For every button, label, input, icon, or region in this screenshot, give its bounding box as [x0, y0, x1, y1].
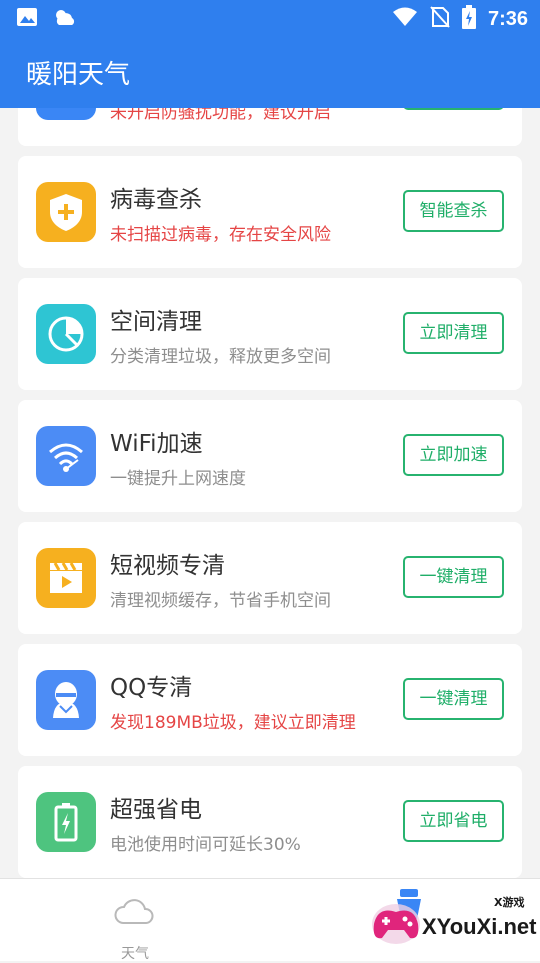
one-key-clean-button[interactable]: 一键清理: [403, 556, 504, 598]
shield-icon: [36, 108, 96, 120]
page-title: 暖阳天气: [26, 60, 131, 90]
card-description: 未开启防骚扰功能，建议开启: [110, 108, 331, 123]
card-anti-harassment[interactable]: 未开启防骚扰功能，建议开启: [18, 108, 522, 146]
card-title: WiFi加速: [110, 431, 203, 457]
tool-list[interactable]: 未开启防骚扰功能，建议开启 病毒查杀 未扫描过病毒，存在安全风险 智能查杀 空间…: [0, 108, 540, 878]
watermark-subtext: X游戏: [494, 896, 525, 909]
clean-now-button[interactable]: 立即清理: [403, 312, 504, 354]
video-clapper-icon: [36, 548, 96, 608]
card-short-video-clean[interactable]: 短视频专清 清理视频缓存，节省手机空间 一键清理: [18, 522, 522, 634]
one-key-clean-button[interactable]: 一键清理: [403, 678, 504, 720]
wifi-speed-icon: [36, 426, 96, 486]
no-sim-icon: [430, 6, 450, 32]
card-description: 未扫描过病毒，存在安全风险: [110, 225, 331, 245]
watermark-logo: X游戏 XYouXi.net: [368, 892, 537, 952]
smart-scan-button[interactable]: 智能查杀: [403, 190, 504, 232]
card-title: 空间清理: [110, 309, 202, 335]
watermark-text: XYouXi.net: [422, 914, 537, 939]
tab-weather-label: 天气: [121, 946, 149, 962]
card-qq-clean[interactable]: QQ专清 发现189MB垃圾，建议立即清理 一键清理: [18, 644, 522, 756]
tab-weather[interactable]: 天气: [100, 891, 170, 962]
wifi-icon: [392, 6, 418, 32]
card-title: 超强省电: [110, 797, 202, 823]
card-title: 短视频专清: [110, 553, 225, 579]
boost-now-button[interactable]: 立即加速: [403, 434, 504, 476]
card-action-button[interactable]: [403, 108, 504, 110]
card-description: 电池使用时间可延长30%: [110, 835, 301, 855]
battery-icon: [36, 792, 96, 852]
app-bar: 暖阳天气: [0, 36, 540, 108]
card-description: 分类清理垃圾，释放更多空间: [110, 347, 331, 367]
card-description: 发现189MB垃圾，建议立即清理: [110, 713, 356, 733]
weather-icon: [52, 6, 78, 32]
image-icon: [16, 6, 38, 32]
pie-chart-icon: [36, 304, 96, 364]
card-description: 清理视频缓存，节省手机空间: [110, 591, 331, 611]
qq-penguin-icon: [36, 670, 96, 730]
save-power-button[interactable]: 立即省电: [403, 800, 504, 842]
card-description: 一键提升上网速度: [110, 469, 246, 489]
card-space-clean[interactable]: 空间清理 分类清理垃圾，释放更多空间 立即清理: [18, 278, 522, 390]
card-wifi-boost[interactable]: WiFi加速 一键提升上网速度 立即加速: [18, 400, 522, 512]
card-title: QQ专清: [110, 675, 193, 701]
shield-plus-icon: [36, 182, 96, 242]
clock: 7:36: [487, 7, 528, 30]
status-bar: 7:36: [0, 0, 540, 36]
battery-charging-icon: [461, 5, 476, 33]
card-power-saving[interactable]: 超强省电 电池使用时间可延长30% 立即省电: [18, 766, 522, 878]
gamepad-logo-icon: [372, 904, 420, 944]
card-title: 病毒查杀: [110, 187, 202, 213]
card-virus-scan[interactable]: 病毒查杀 未扫描过病毒，存在安全风险 智能查杀: [18, 156, 522, 268]
